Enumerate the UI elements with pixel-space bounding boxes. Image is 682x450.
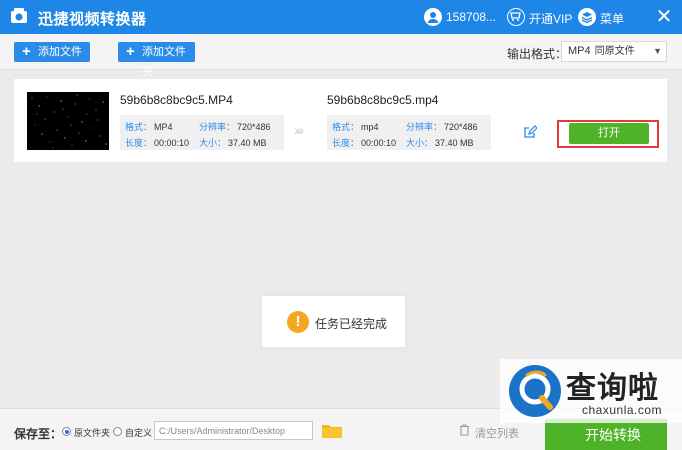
target-file-info: 格式： mp4 分辨率： 720*486 长度： 00:00:10 大小： 37.40 … <box>327 115 491 150</box>
start-convert-button[interactable]: 开始转换 <box>545 419 667 450</box>
convert-arrow-icon: ››› <box>294 122 304 138</box>
watermark-chinese-text: 查询啦 <box>566 372 659 405</box>
target-file-name: 59b6b8c8bc9c5.mp4 <box>327 93 439 107</box>
toolbar: + 添加文件 + 添加文件夹 输出格式： MP4 同原文件 ▼ <box>0 34 682 78</box>
add-folder-label: 添加文件夹 <box>142 46 186 78</box>
radio-custom-folder[interactable] <box>113 427 122 436</box>
chevron-down-icon: ▼ <box>653 46 662 56</box>
source-duration: 长度： 00:00:10 <box>125 138 190 148</box>
format-quality: 同原文件 <box>594 46 635 57</box>
warning-icon: ! <box>287 311 309 333</box>
target-size: 大小： 37.40 MB <box>406 138 474 148</box>
save-to-label: 保存至： <box>14 427 63 441</box>
watermark-logo: 查询啦 chaxunla.com <box>500 359 682 423</box>
open-button[interactable]: 打开 <box>569 123 649 144</box>
video-thumbnail[interactable] <box>27 92 109 150</box>
close-icon[interactable]: ✕ <box>654 7 674 27</box>
add-folder-button[interactable]: + 添加文件夹 <box>118 42 195 78</box>
clear-list-button[interactable]: 清空列表 <box>475 425 519 441</box>
radio-original-folder[interactable] <box>62 427 71 436</box>
menu-icon[interactable] <box>578 8 596 26</box>
app-title: 迅捷视频转换器 <box>38 11 147 28</box>
target-duration: 长度： 00:00:10 <box>332 138 397 148</box>
task-complete-toast: ! 任务已经完成 <box>261 295 406 348</box>
source-file-info: 格式： MP4 分辨率： 720*486 长度： 00:00:10 大小： 37.40 … <box>120 115 284 150</box>
plus-icon: + <box>126 43 135 60</box>
source-resolution: 分辨率： 720*486 <box>199 122 271 132</box>
edit-icon[interactable] <box>523 125 537 139</box>
source-file-name: 59b6b8c8bc9c5.MP4 <box>120 93 233 107</box>
target-resolution: 分辨率： 720*486 <box>406 122 478 132</box>
title-bar: 迅捷视频转换器 158708... 开通VIP 菜单 ✕ <box>0 0 682 34</box>
menu-button[interactable]: 菜单 <box>600 10 624 27</box>
magnifier-logo-icon <box>509 365 561 417</box>
save-path-input[interactable] <box>154 421 313 440</box>
user-account-name[interactable]: 158708... <box>446 10 496 24</box>
radio-original-label[interactable]: 原文件夹 <box>74 426 110 439</box>
source-format: 格式： MP4 <box>125 122 173 132</box>
plus-icon: + <box>22 43 31 60</box>
app-logo-icon <box>11 8 27 23</box>
folder-icon[interactable] <box>321 423 343 439</box>
format-value: MP4 <box>568 45 591 57</box>
file-list-item: 59b6b8c8bc9c5.MP4 格式： MP4 分辨率： 720*486 长度：… <box>14 79 667 162</box>
toast-message: 任务已经完成 <box>315 317 388 331</box>
add-file-button[interactable]: + 添加文件 <box>14 42 90 62</box>
watermark-url-text: chaxunla.com <box>582 403 663 417</box>
output-format-label: 输出格式： <box>507 47 568 61</box>
target-format: 格式： mp4 <box>332 122 379 132</box>
vip-cart-icon[interactable] <box>507 8 525 26</box>
source-size: 大小： 37.40 MB <box>199 138 267 148</box>
radio-custom-label[interactable]: 自定义 <box>125 426 152 439</box>
output-format-select[interactable]: MP4 同原文件 ▼ <box>561 41 667 62</box>
add-file-label: 添加文件 <box>38 46 82 58</box>
vip-button[interactable]: 开通VIP <box>529 10 572 27</box>
user-avatar-icon[interactable] <box>424 8 442 26</box>
trash-icon[interactable] <box>459 424 470 436</box>
